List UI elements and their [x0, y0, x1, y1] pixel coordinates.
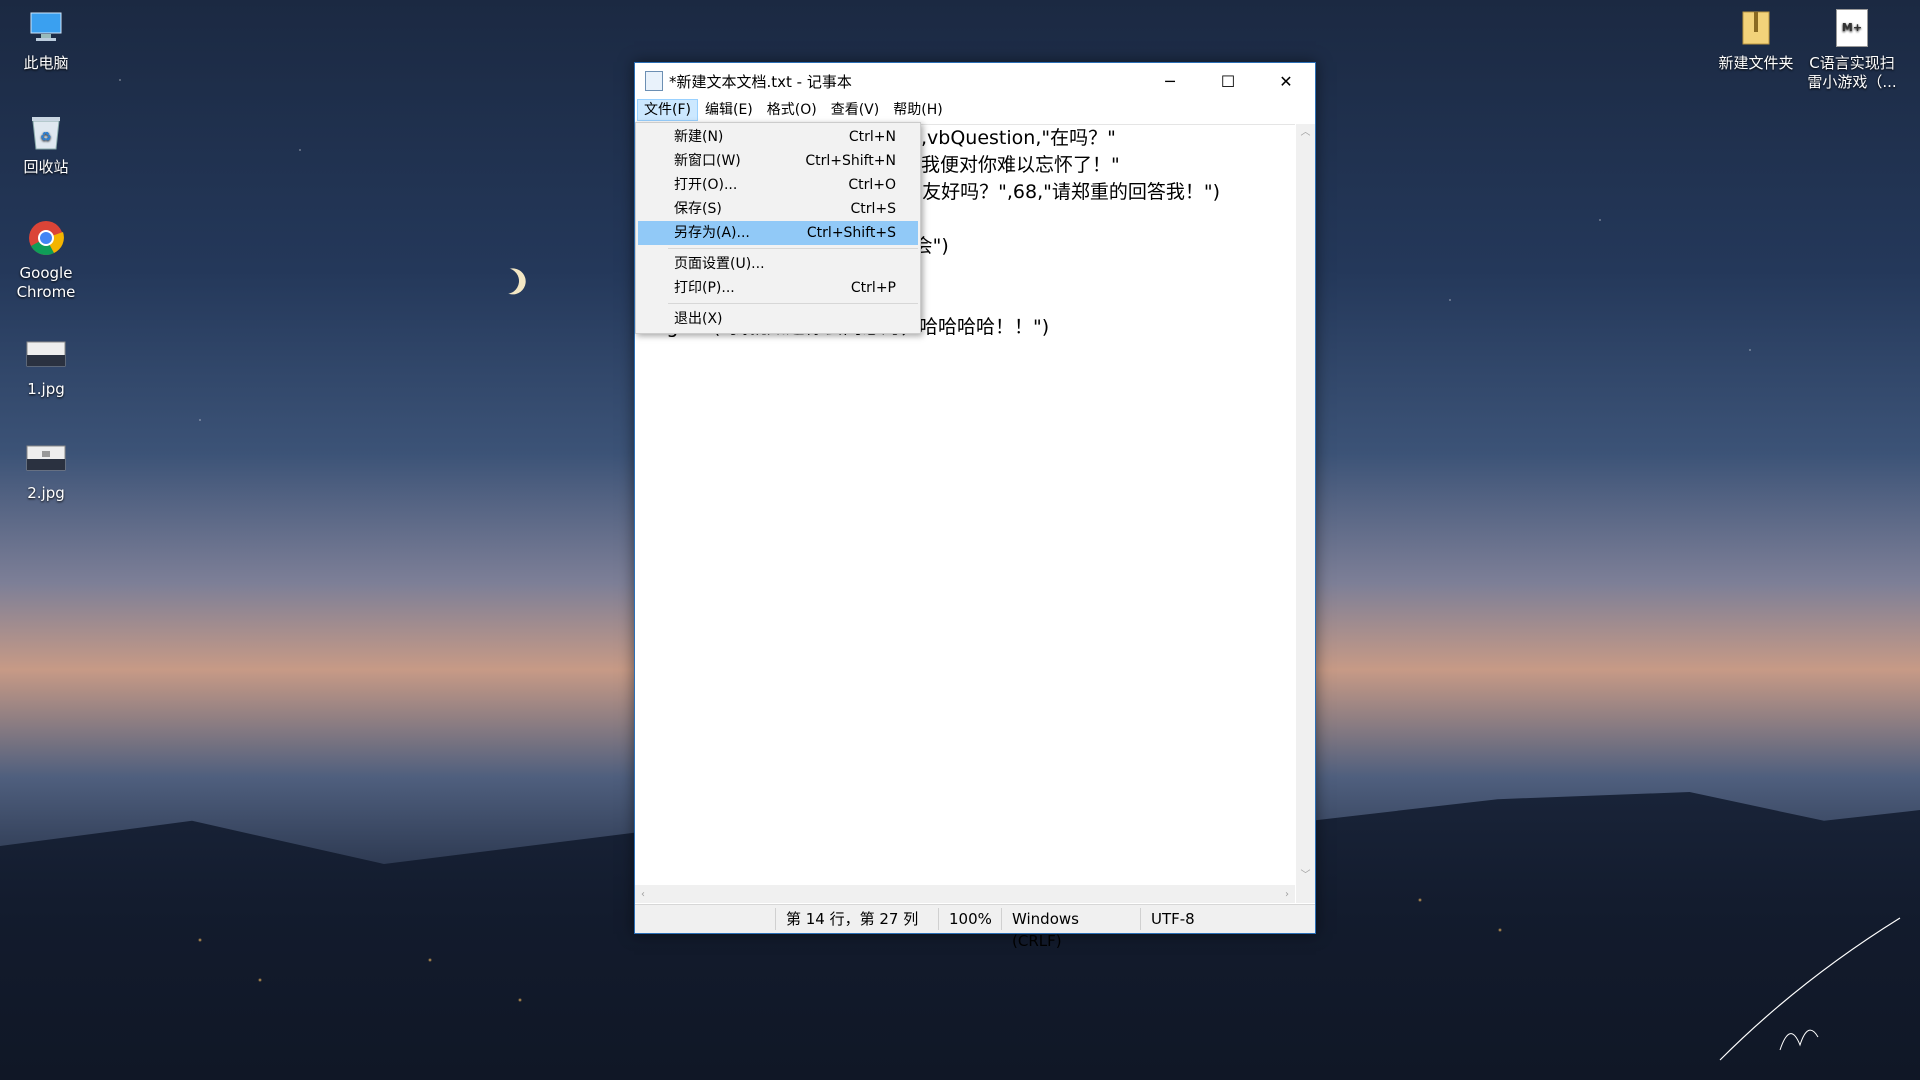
- menu-item-save-as[interactable]: 另存为(A)... Ctrl+Shift+S: [638, 221, 918, 245]
- image-file-icon: [26, 438, 66, 478]
- desktop-icon-label: Google Chrome: [16, 264, 76, 301]
- menu-item-label: 退出(X): [674, 311, 723, 327]
- menu-item-new[interactable]: 新建(N) Ctrl+N: [638, 125, 918, 149]
- markdown-file-icon: M+: [1832, 8, 1872, 48]
- status-zoom: 100%: [938, 908, 1001, 930]
- folder-zip-icon: [1736, 8, 1776, 48]
- minimize-button[interactable]: ─: [1141, 63, 1199, 99]
- desktop-icon-label: 2.jpg: [27, 484, 65, 502]
- menu-item-label: 打印(P)...: [674, 280, 735, 296]
- close-button[interactable]: ✕: [1257, 63, 1315, 99]
- desktop-icon-label: 新建文件夹: [1718, 54, 1794, 72]
- title-bar[interactable]: *新建文本文档.txt - 记事本 ─ ☐ ✕: [635, 63, 1315, 99]
- desktop-icon-label: 1.jpg: [27, 380, 65, 398]
- wallpaper-moon: [488, 263, 524, 299]
- vertical-scrollbar[interactable]: ︿ ﹀: [1296, 124, 1315, 885]
- status-line-ending: Windows (CRLF): [1001, 908, 1140, 950]
- desktop-icon-recycle-bin[interactable]: ♻ 回收站: [6, 112, 86, 177]
- menu-separator: [668, 248, 918, 249]
- desktop-icon-2jpg[interactable]: 2.jpg: [6, 438, 86, 503]
- menu-item-label: 打开(O)...: [674, 177, 738, 193]
- status-bar: 第 14 行，第 27 列 100% Windows (CRLF) UTF-8: [635, 904, 1315, 950]
- desktop-icon-this-pc[interactable]: 此电脑: [6, 8, 86, 73]
- menu-help[interactable]: 帮助(H): [886, 99, 949, 121]
- computer-icon: [26, 8, 66, 48]
- horizontal-scrollbar[interactable]: ‹ ›: [635, 885, 1295, 903]
- desktop-icon-chrome[interactable]: Google Chrome: [6, 218, 86, 302]
- image-file-icon: [26, 334, 66, 374]
- menu-item-shortcut: Ctrl+Shift+N: [805, 153, 896, 169]
- recycle-bin-icon: ♻: [26, 112, 66, 152]
- menu-item-shortcut: Ctrl+N: [848, 129, 896, 145]
- desktop-icon-markdown-file[interactable]: M+ C语言实现扫雷小游戏（...: [1806, 8, 1898, 92]
- desktop-icon-new-folder[interactable]: 新建文件夹: [1716, 8, 1796, 73]
- scroll-left-icon[interactable]: ‹: [641, 889, 645, 900]
- wallpaper-signature: [1719, 917, 1901, 1061]
- menu-item-shortcut: Ctrl+Shift+S: [806, 225, 896, 241]
- menu-file[interactable]: 文件(F): [637, 99, 698, 121]
- scroll-right-icon[interactable]: ›: [1285, 889, 1289, 900]
- scroll-up-icon[interactable]: ︿: [1296, 124, 1315, 142]
- menu-item-label: 页面设置(U)...: [674, 256, 765, 272]
- menu-item-label: 另存为(A)...: [674, 225, 750, 241]
- desktop-icon-label: 此电脑: [23, 54, 69, 72]
- menu-item-shortcut: Ctrl+P: [850, 280, 896, 296]
- menu-item-new-window[interactable]: 新窗口(W) Ctrl+Shift+N: [638, 149, 918, 173]
- scroll-down-icon[interactable]: ﹀: [1296, 867, 1315, 885]
- scroll-corner: [1296, 885, 1315, 903]
- svg-text:♻: ♻: [40, 130, 52, 145]
- desktop-icon-label: C语言实现扫雷小游戏（...: [1807, 54, 1897, 91]
- status-cursor-position: 第 14 行，第 27 列: [775, 908, 938, 930]
- notepad-icon: [645, 71, 663, 91]
- menu-bar: 文件(F) 编辑(E) 格式(O) 查看(V) 帮助(H): [635, 99, 1315, 121]
- chrome-icon: [26, 218, 66, 258]
- menu-item-exit[interactable]: 退出(X): [638, 307, 918, 331]
- menu-item-shortcut: Ctrl+O: [848, 177, 896, 193]
- menu-item-save[interactable]: 保存(S) Ctrl+S: [638, 197, 918, 221]
- file-menu-dropdown: 新建(N) Ctrl+N 新窗口(W) Ctrl+Shift+N 打开(O)... C…: [635, 122, 921, 334]
- menu-item-label: 新窗口(W): [674, 153, 741, 169]
- menu-item-label: 保存(S): [674, 201, 722, 217]
- window-title: *新建文本文档.txt - 记事本: [669, 72, 852, 91]
- menu-edit[interactable]: 编辑(E): [698, 99, 760, 121]
- desktop-icon-label: 回收站: [23, 158, 69, 176]
- maximize-button[interactable]: ☐: [1199, 63, 1257, 99]
- menu-view[interactable]: 查看(V): [824, 99, 887, 121]
- desktop-icon-1jpg[interactable]: 1.jpg: [6, 334, 86, 399]
- menu-item-print[interactable]: 打印(P)... Ctrl+P: [638, 276, 918, 300]
- menu-separator: [668, 303, 918, 304]
- menu-format[interactable]: 格式(O): [760, 99, 824, 121]
- status-encoding: UTF-8: [1140, 908, 1205, 930]
- menu-item-page-setup[interactable]: 页面设置(U)...: [638, 252, 918, 276]
- menu-item-label: 新建(N): [674, 129, 724, 145]
- menu-item-shortcut: Ctrl+S: [850, 201, 896, 217]
- menu-item-open[interactable]: 打开(O)... Ctrl+O: [638, 173, 918, 197]
